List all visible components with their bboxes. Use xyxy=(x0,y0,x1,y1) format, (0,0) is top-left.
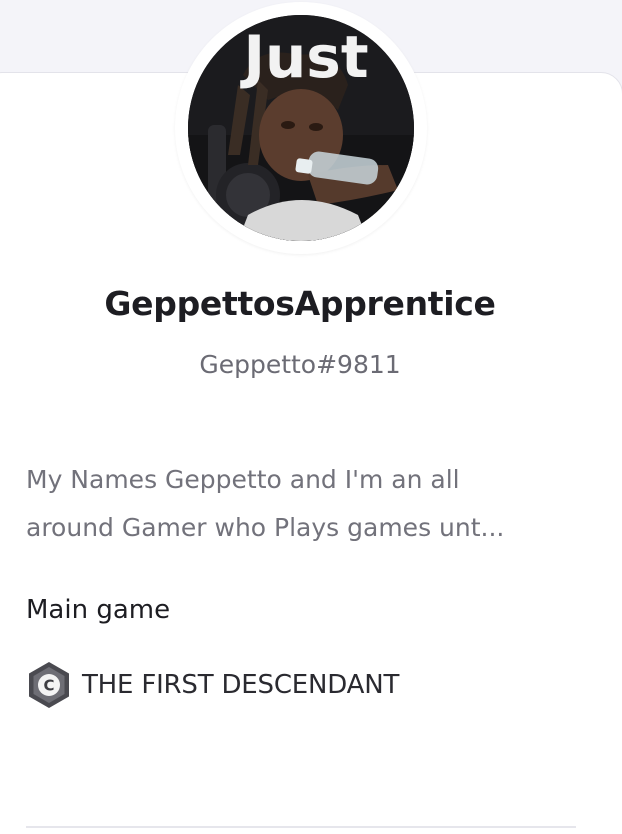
main-game-label: Main game xyxy=(26,595,171,625)
bio-line: My Names Geppetto and I'm an all xyxy=(26,465,460,494)
game-hexagon-icon: C xyxy=(29,662,69,708)
bio: My Names Geppetto and I'm an all around … xyxy=(26,456,596,552)
user-tag: Geppetto#9811 xyxy=(199,350,401,379)
avatar-overlay-text: Just xyxy=(239,23,368,91)
bio-line: around Gamer who Plays games unt... xyxy=(26,513,505,542)
main-game-row[interactable]: C THE FIRST DESCENDANT xyxy=(26,660,399,710)
game-icon-letter: C xyxy=(43,677,54,695)
avatar[interactable]: Just xyxy=(188,15,414,241)
profile-page: Just GeppettosApprentice Geppetto#9811 M… xyxy=(0,0,622,834)
main-game-name: THE FIRST DESCENDANT xyxy=(82,670,400,700)
divider xyxy=(26,826,576,828)
username: GeppettosApprentice xyxy=(104,284,496,323)
avatar-photo: Just xyxy=(188,15,414,241)
